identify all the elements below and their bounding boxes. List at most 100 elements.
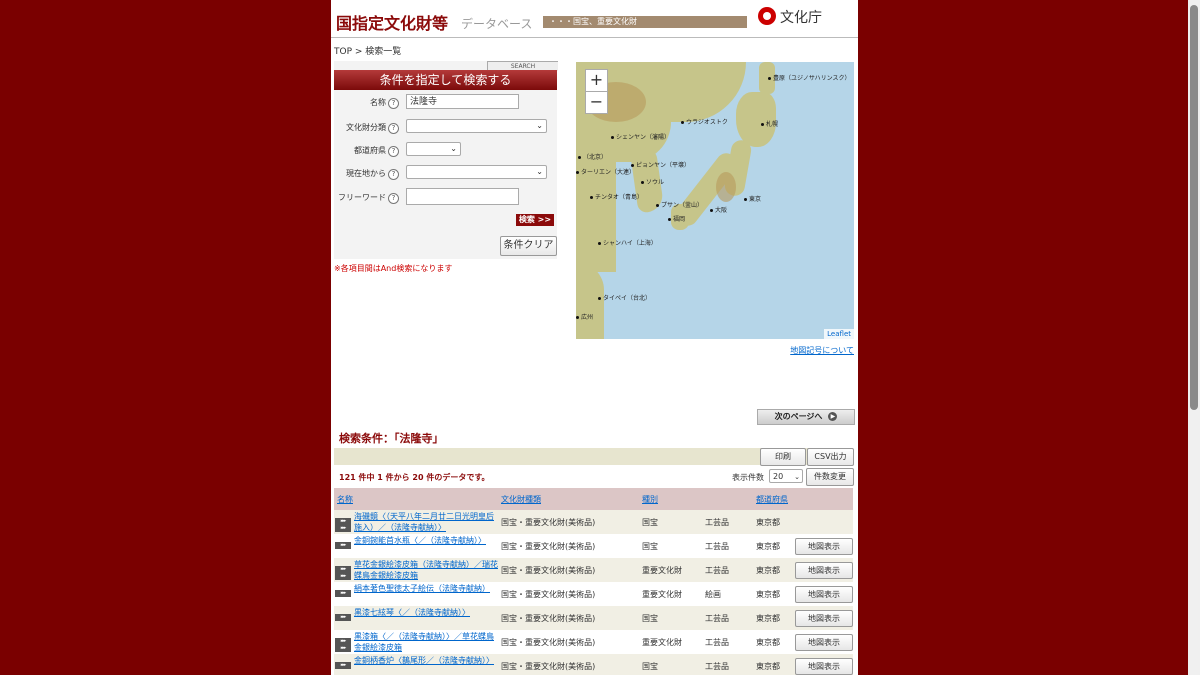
location-label-text: 現在地から — [346, 169, 386, 178]
category-select[interactable]: ⌄ — [406, 119, 547, 133]
agency-logo[interactable]: 文化庁 — [758, 6, 842, 28]
map-view[interactable]: + − 豊原（ユジノサハリンスク） ウラジオストク 札幌 シェンヤン（瀋陽） （… — [576, 62, 854, 339]
map-city-label: ウラジオストク — [681, 117, 728, 126]
print-button[interactable]: 印刷 — [760, 448, 806, 466]
agency-logo-icon — [758, 7, 776, 25]
category-label-text: 文化財分類 — [346, 123, 386, 132]
clear-button[interactable]: 条件クリア — [500, 236, 557, 256]
row-arrow-icon: ▸▸▸ — [335, 662, 351, 669]
freeword-input[interactable] — [406, 188, 519, 205]
row-name-link[interactable]: 金銅柄香炉〈鵲尾形／（法隆寺献納）〉 — [354, 655, 498, 675]
zoom-out-button[interactable]: − — [585, 91, 608, 114]
leaflet-attribution-link[interactable]: Leaflet — [824, 329, 854, 339]
freeword-label-text: フリーワード — [338, 193, 386, 202]
help-icon[interactable]: ? — [388, 146, 399, 157]
row-type: 国宝・重要文化財(美術品) — [501, 518, 596, 527]
map-city-label: 札幌 — [761, 119, 778, 128]
chevron-down-icon: ⌄ — [536, 167, 543, 176]
category-bar: ・・・国宝、重要文化財 — [543, 16, 747, 28]
row-name-link[interactable]: 絹本著色聖徳太子絵伝（法隆寺献納） — [354, 583, 498, 605]
help-icon[interactable]: ? — [388, 98, 399, 109]
row-class: 国宝 — [642, 518, 658, 527]
help-icon[interactable]: ? — [388, 193, 399, 204]
row-prefecture: 東京都 — [756, 542, 780, 551]
map-city-label: 広州 — [576, 312, 593, 321]
breadcrumb-top-link[interactable]: TOP — [334, 47, 352, 57]
map-city-label: ソウル — [641, 177, 664, 186]
name-label: 名称? — [370, 97, 399, 109]
scrollbar-thumb[interactable] — [1190, 5, 1198, 410]
map-legend-link[interactable]: 地図記号について — [790, 345, 854, 356]
row-arrow-icon: ▸▸▸ — [335, 542, 351, 549]
row-class: 重要文化財 — [642, 566, 682, 575]
table-header: 名称 文化財種類 種別 都道府県 — [334, 488, 853, 510]
row-arrow-icon: ▸▸▸ — [335, 614, 351, 621]
row-name-link[interactable]: 海磯鏡〈（天平八年二月廿二日光明皇后施入）／（法隆寺献納）〉 — [354, 511, 498, 533]
map-city-label: チンタオ（青島） — [590, 192, 643, 201]
search-button[interactable]: 検索 >> — [516, 214, 554, 226]
map-city-label: シェンヤン（瀋陽） — [611, 132, 670, 141]
row-class: 重要文化財 — [642, 638, 682, 647]
map-city-label: 大阪 — [710, 205, 727, 214]
per-page-change-button[interactable]: 件数変更 — [806, 468, 854, 486]
map-city-label: ターリエン（大連） — [576, 167, 635, 176]
map-display-button[interactable]: 地図表示 — [795, 634, 853, 651]
row-type: 国宝・重要文化財(美術品) — [501, 590, 596, 599]
help-icon[interactable]: ? — [388, 123, 399, 134]
site-header: 国指定文化財等 データベース ・・・国宝、重要文化財 文化庁 — [331, 0, 858, 38]
column-header-class[interactable]: 種別 — [642, 494, 658, 505]
table-row: ▸▸▸ ▸▸▸ 海磯鏡〈（天平八年二月廿二日光明皇后施入）／（法隆寺献納）〉 国宝・重… — [334, 510, 853, 534]
row-type: 国宝・重要文化財(美術品) — [501, 566, 596, 575]
column-header-name[interactable]: 名称 — [337, 494, 353, 505]
column-header-prefecture[interactable]: 都道府県 — [756, 494, 788, 505]
row-name-link[interactable]: 黒漆箱〈／（法隆寺献納）〉／草花蝶鳥金銀絵漆皮箱 — [354, 631, 498, 653]
row-class: 重要文化財 — [642, 590, 682, 599]
row-name-link[interactable]: 黒漆七絃琴〈／（法隆寺献納）〉 — [354, 607, 498, 629]
chevron-down-icon: ⌄ — [794, 473, 800, 481]
column-header-type[interactable]: 文化財種類 — [501, 494, 541, 505]
table-row: ▸▸▸ 絹本著色聖徳太子絵伝（法隆寺献納） 国宝・重要文化財(美術品) 重要文化財 絵画… — [334, 582, 853, 606]
site-title[interactable]: 国指定文化財等 — [336, 10, 448, 34]
map-city-label: シャンハイ（上海） — [598, 238, 657, 247]
map-display-button[interactable]: 地図表示 — [795, 610, 853, 627]
map-display-button[interactable]: 地図表示 — [795, 538, 853, 555]
map-display-button[interactable]: 地図表示 — [795, 586, 853, 603]
search-heading: 条件を指定して検索する — [334, 70, 557, 90]
zoom-in-button[interactable]: + — [585, 69, 608, 92]
per-page-select[interactable]: 20 ⌄ — [769, 469, 803, 483]
row-name-link[interactable]: 草花金銀絵漆皮箱（法隆寺献納）／瑞花蝶鳥金銀絵漆皮箱 — [354, 559, 498, 581]
search-panel: SEARCH 条件を指定して検索する 名称? 法隆寺 文化財分類? ⌄ 都道府県… — [334, 61, 558, 259]
row-subclass: 工芸品 — [705, 566, 729, 575]
chevron-down-icon: ⌄ — [536, 121, 543, 130]
map-city-label: プサン（釜山） — [656, 200, 703, 209]
row-type: 国宝・重要文化財(美術品) — [501, 614, 596, 623]
next-page-button[interactable]: 次のページへ ▶ — [757, 409, 855, 425]
row-name-link[interactable]: 金銅鋺能首水瓶〈／（法隆寺献納）〉 — [354, 535, 498, 557]
row-prefecture: 東京都 — [756, 638, 780, 647]
location-select[interactable]: ⌄ — [406, 165, 547, 179]
location-label: 現在地から? — [346, 168, 399, 180]
page-scrollbar[interactable] — [1188, 0, 1200, 675]
row-class: 国宝 — [642, 662, 658, 671]
map-city-label: （北京） — [578, 152, 607, 161]
row-subclass: 絵画 — [705, 590, 721, 599]
row-prefecture: 東京都 — [756, 662, 780, 671]
map-city-label: 福岡 — [668, 214, 685, 223]
search-condition-title: 検索条件：「法隆寺」 — [339, 432, 444, 445]
result-count: 121 件中 1 件から 20 件のデータです。 — [339, 473, 490, 482]
name-input[interactable]: 法隆寺 — [406, 94, 519, 109]
row-prefecture: 東京都 — [756, 614, 780, 623]
next-page-label: 次のページへ — [774, 412, 823, 421]
help-icon[interactable]: ? — [388, 169, 399, 180]
prefecture-select[interactable]: ⌄ — [406, 142, 461, 156]
row-subclass: 工芸品 — [705, 638, 729, 647]
row-type: 国宝・重要文化財(美術品) — [501, 638, 596, 647]
map-display-button[interactable]: 地図表示 — [795, 658, 853, 675]
row-subclass: 工芸品 — [705, 614, 729, 623]
csv-export-button[interactable]: CSV出力 — [807, 448, 854, 466]
row-prefecture: 東京都 — [756, 566, 780, 575]
map-display-button[interactable]: 地図表示 — [795, 562, 853, 579]
row-arrow-icon: ▸▸▸ — [335, 566, 351, 573]
prefecture-label: 都道府県? — [354, 145, 399, 157]
agency-logo-text: 文化庁 — [780, 10, 822, 26]
